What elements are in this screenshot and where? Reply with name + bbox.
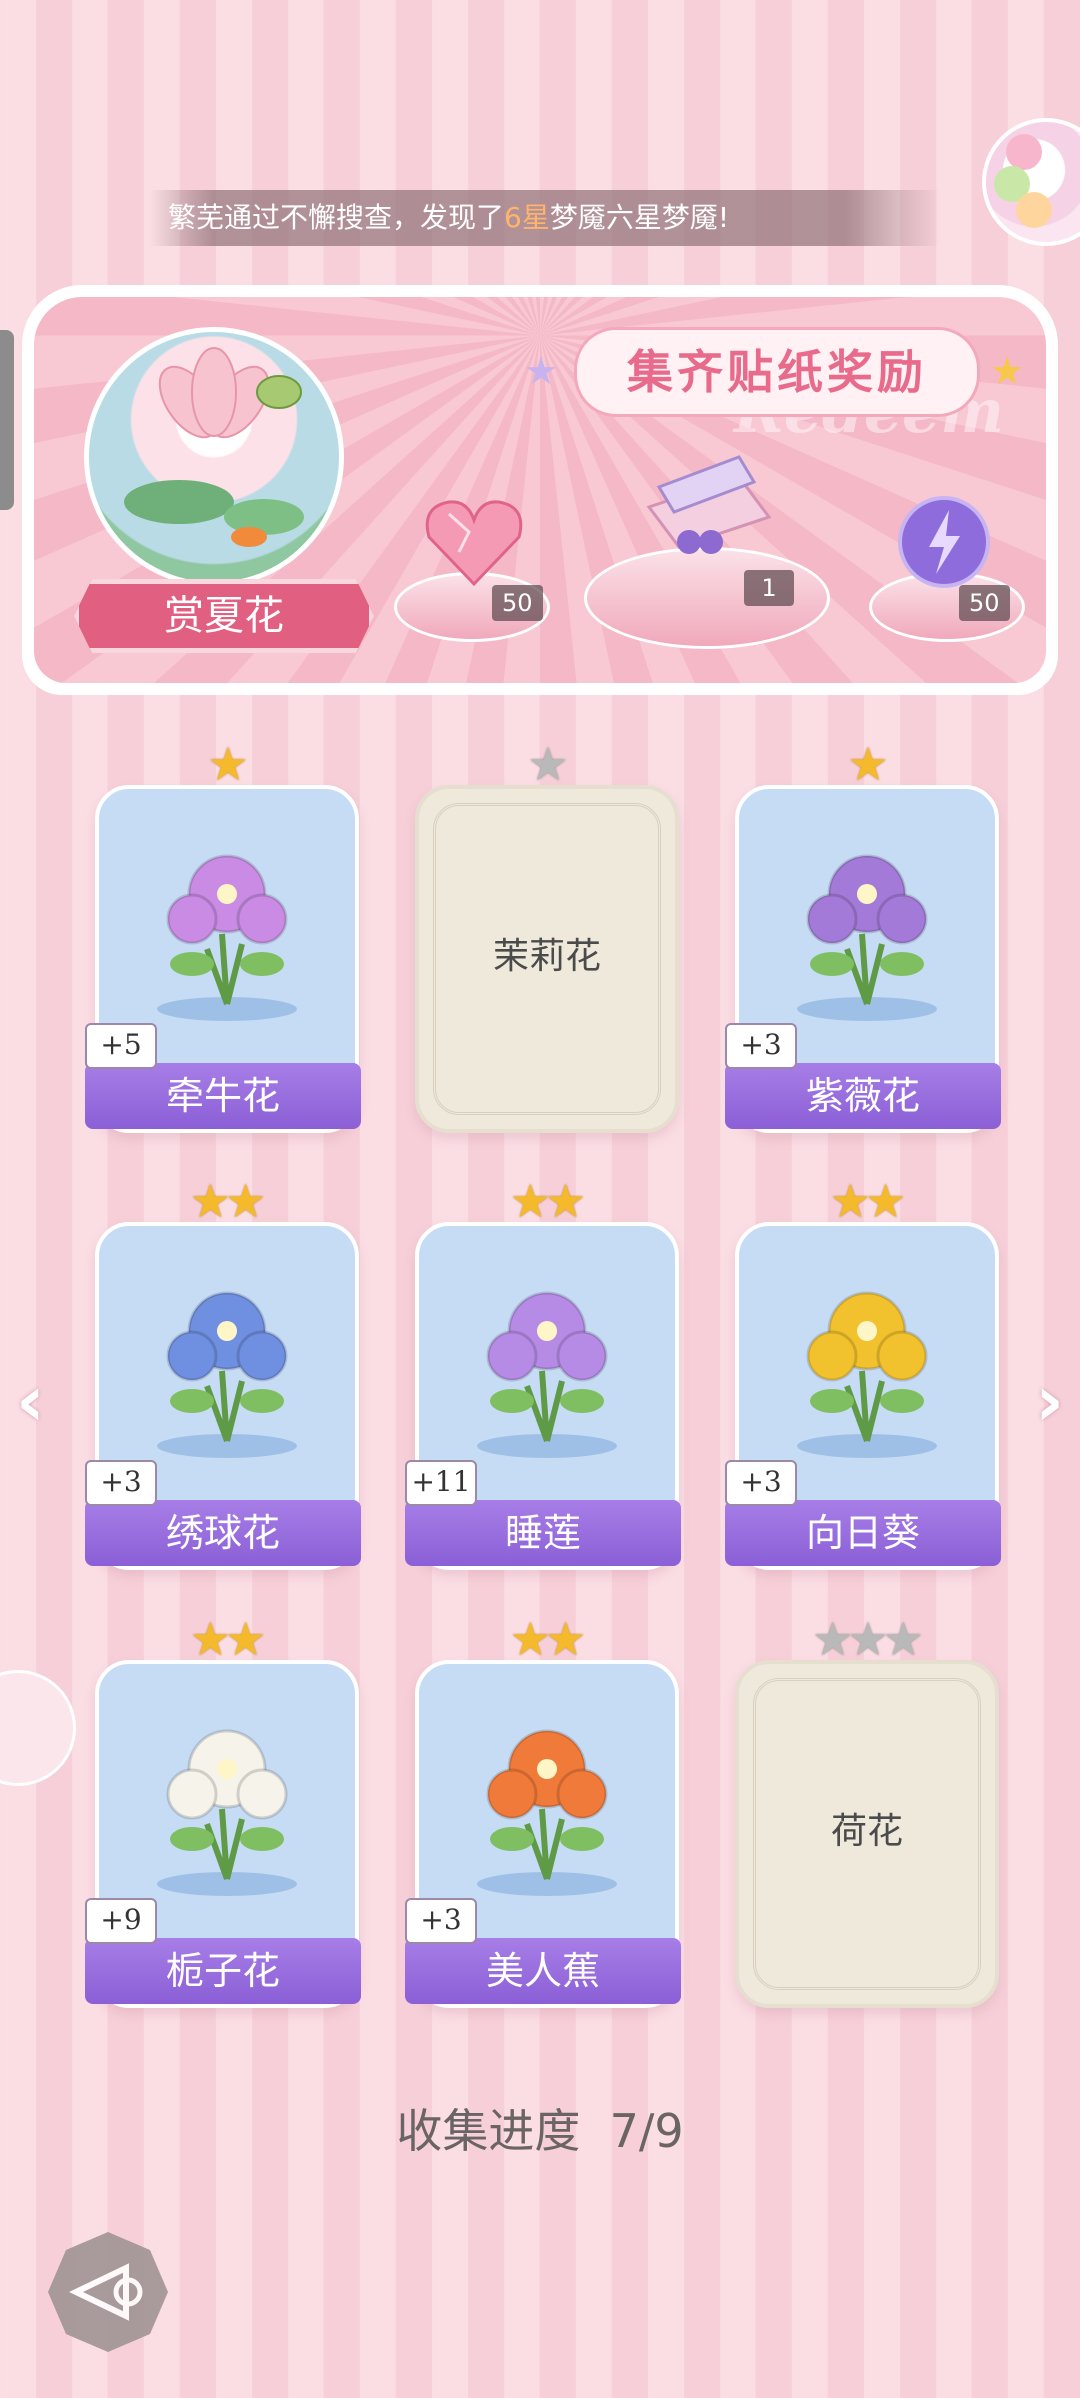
star-icon: ★ (225, 1612, 266, 1666)
bonus-badge: +5 (85, 1023, 157, 1069)
star-icon: ★ (207, 737, 248, 791)
side-drawer-handle[interactable] (0, 330, 14, 510)
star-icon: ★ (882, 1612, 924, 1666)
star-rating: ★★ (735, 1174, 995, 1228)
purple-energy-orb-icon[interactable] (894, 492, 994, 592)
notification-ticker: 繁芜通过不懈搜查，发现了6星梦魇六星梦魇! (150, 190, 940, 246)
reward-count: 50 (492, 585, 543, 621)
theme-label: 赏夏花 (74, 579, 374, 653)
star-rating: ★★ (415, 1612, 675, 1666)
flower-name: 牵牛花 (85, 1063, 361, 1129)
sticker-card[interactable]: 牵牛花 +5 ★ (85, 737, 361, 1165)
locked-sticker-card: 荷花 (735, 1660, 999, 2008)
star-rating: ★★★ (735, 1612, 995, 1666)
collection-progress: 收集进度 7/9 (0, 2095, 1080, 2161)
flower-icon (1006, 134, 1042, 170)
star-icon: ★ (509, 1174, 551, 1228)
star-decoration-icon: ★ (990, 349, 1025, 393)
ticker-prefix: 繁芜通过不懈搜查，发现了 (168, 201, 505, 234)
star-rating: ★ (95, 737, 355, 791)
star-icon: ★ (225, 1174, 266, 1228)
bonus-badge: +11 (405, 1460, 477, 1506)
sticker-card[interactable]: 栀子花 +9 ★★ (85, 1612, 361, 2040)
prev-page-arrow-icon[interactable]: ‹ (16, 1360, 45, 1442)
back-arrow-icon (69, 2263, 143, 2321)
ticker-suffix: 梦魇六星梦魇! (549, 201, 730, 234)
locked-flower-name: 茉莉花 (492, 936, 601, 977)
star-icon: ★ (865, 1174, 906, 1228)
pink-heart-gem-icon[interactable] (419, 492, 529, 592)
star-icon: ★ (847, 737, 888, 791)
sticker-card[interactable]: 紫薇花 +3 ★ (725, 737, 1001, 1165)
reward-banner: Redeem ★ ★ 集齐贴纸奖励 赏夏花 (22, 285, 1058, 695)
crape-myrtle-icon (769, 819, 965, 1029)
bonus-badge: +3 (725, 1023, 797, 1069)
star-rating: ★ (415, 737, 675, 791)
progress-label: 收集进度 (396, 2104, 581, 2158)
canna-bouquet-icon (449, 1694, 645, 1904)
sunflower-bouquet-icon (769, 1256, 965, 1466)
sticker-card[interactable]: 向日葵 +3 ★★ (725, 1174, 1001, 1602)
flower-menu-button[interactable] (982, 118, 1080, 246)
flower-name: 美人蕉 (405, 1938, 681, 2004)
bonus-badge: +9 (85, 1898, 157, 1944)
sticker-card[interactable]: 绣球花 +3 ★★ (85, 1174, 361, 1602)
bonus-badge: +3 (405, 1898, 477, 1944)
reward-count: 1 (744, 570, 794, 606)
hydrangea-bouquet-icon (129, 1256, 325, 1466)
lotus-globe-icon (84, 327, 344, 587)
star-icon: ★ (509, 1612, 551, 1666)
side-flower-button[interactable] (0, 1670, 76, 1786)
star-icon: ★ (545, 1612, 586, 1666)
star-rating: ★★ (95, 1612, 355, 1666)
bonus-badge: +3 (85, 1460, 157, 1506)
star-icon: ★ (545, 1174, 586, 1228)
flower-name: 紫薇花 (725, 1063, 1001, 1129)
morning-glory-icon (129, 819, 325, 1029)
star-icon: ★ (189, 1612, 231, 1666)
next-page-arrow-icon[interactable]: › (1035, 1360, 1064, 1442)
sticker-card[interactable]: 荷花 ★★★ (735, 1612, 999, 2040)
star-rating: ★ (735, 737, 995, 791)
star-icon: ★ (829, 1174, 871, 1228)
reward-count: 50 (959, 585, 1010, 621)
flower-name: 向日葵 (725, 1500, 1001, 1566)
locked-sticker-card: 茉莉花 (415, 785, 679, 1133)
flower-name: 栀子花 (85, 1938, 361, 2004)
flower-petal (1016, 192, 1052, 228)
bonus-badge: +3 (725, 1460, 797, 1506)
star-icon: ★ (812, 1612, 853, 1666)
locked-flower-name: 荷花 (830, 1811, 903, 1852)
sticker-card[interactable]: 美人蕉 +3 ★★ (405, 1612, 681, 2040)
gift-box-icon[interactable] (629, 447, 779, 567)
ticker-highlight: 6星 (504, 201, 550, 234)
flower-name: 睡莲 (405, 1500, 681, 1566)
gardenia-vase-icon (129, 1694, 325, 1904)
star-rating: ★★ (95, 1174, 355, 1228)
progress-value: 7/9 (609, 2104, 684, 2158)
back-button[interactable] (48, 2232, 168, 2352)
banner-title: 集齐贴纸奖励 (574, 327, 980, 417)
water-lily-icon (449, 1256, 645, 1466)
sticker-card[interactable]: 睡莲 +11 ★★ (405, 1174, 681, 1602)
star-decoration-icon: ★ (524, 349, 559, 393)
star-rating: ★★ (415, 1174, 675, 1228)
star-icon: ★ (527, 737, 568, 791)
sticker-card[interactable]: 茉莉花 ★ (415, 737, 679, 1165)
flower-name: 绣球花 (85, 1500, 361, 1566)
star-icon: ★ (847, 1612, 888, 1666)
star-icon: ★ (189, 1174, 231, 1228)
